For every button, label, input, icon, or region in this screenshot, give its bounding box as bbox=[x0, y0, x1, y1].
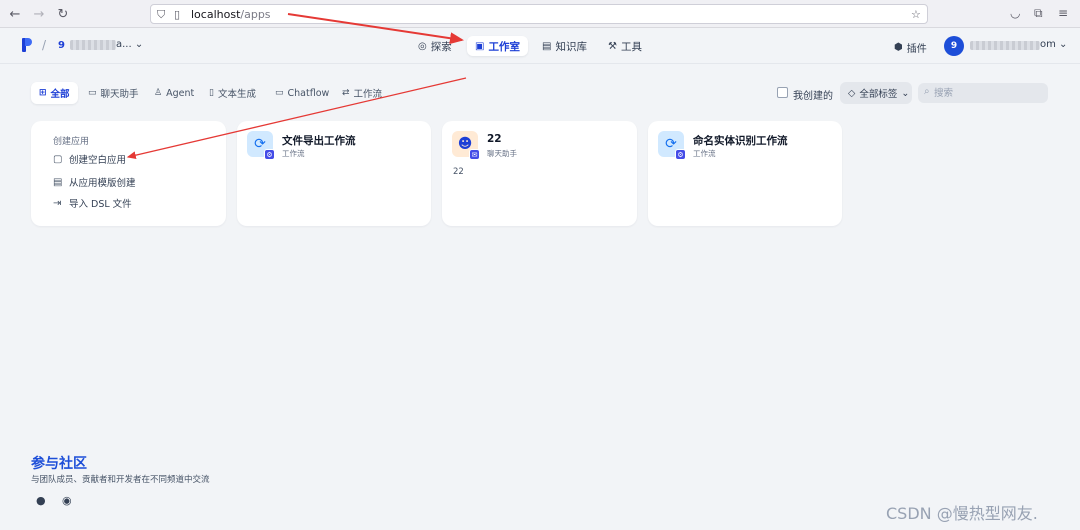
nav-tools[interactable]: ⚒ 工具 bbox=[600, 36, 650, 56]
back-icon[interactable]: ← bbox=[6, 5, 24, 23]
create-app-card: 创建应用 ▢ 创建空白应用 ▤ 从应用模版创建 ⇥ 导入 DSL 文件 bbox=[31, 121, 226, 226]
tab-agent[interactable]: ♙ Agent bbox=[146, 82, 202, 104]
tab-chatflow[interactable]: ▭ Chatflow bbox=[267, 82, 337, 104]
created-by-me-checkbox[interactable] bbox=[777, 87, 788, 98]
create-from-template-label: 从应用模版创建 bbox=[69, 178, 136, 189]
create-app-title: 创建应用 bbox=[53, 137, 90, 147]
reload-icon[interactable]: ↻ bbox=[54, 5, 72, 23]
workspace-name-suffix[interactable]: a... ⌄ bbox=[116, 39, 143, 50]
nav-explore-label: 探索 bbox=[430, 40, 452, 53]
user-email-suffix[interactable]: om ⌄ bbox=[1040, 39, 1067, 50]
search-input[interactable] bbox=[934, 83, 1044, 103]
breadcrumb-separator: / bbox=[42, 38, 47, 52]
nav-studio[interactable]: ▣ 工作室 bbox=[467, 36, 528, 56]
grid-icon: ⊞ bbox=[39, 88, 47, 98]
app-type: 聊天助手 bbox=[487, 149, 517, 158]
create-from-template-button[interactable]: ▤ 从应用模版创建 bbox=[53, 175, 136, 190]
app-name: 22 bbox=[487, 133, 502, 145]
chevron-down-icon: ⌄ bbox=[901, 87, 910, 99]
plugins-label: 插件 bbox=[906, 44, 927, 55]
extensions-icon[interactable]: ⧉ bbox=[1034, 6, 1043, 21]
compass-icon: ◎ bbox=[418, 40, 427, 52]
page-icon: ▯ bbox=[174, 8, 181, 21]
url-text: localhost/apps bbox=[191, 8, 271, 21]
community-title: 参与社区 bbox=[31, 456, 87, 472]
tab-all[interactable]: ⊞ 全部 bbox=[31, 82, 78, 104]
discord-icon[interactable]: ◉ bbox=[62, 494, 72, 507]
workflow-badge-icon: ⚙ bbox=[675, 149, 686, 160]
import-dsl-button[interactable]: ⇥ 导入 DSL 文件 bbox=[53, 196, 132, 211]
chat-icon: ▭ bbox=[88, 88, 97, 98]
document-icon: ▯ bbox=[209, 88, 214, 98]
tab-chat-assistant[interactable]: ▭ 聊天助手 bbox=[80, 82, 147, 104]
tab-agent-label: Agent bbox=[166, 87, 195, 99]
url-host: localhost bbox=[191, 8, 241, 21]
tag-filter-dropdown[interactable]: ◇ 全部标签 ⌄ bbox=[840, 82, 912, 104]
app-card-ner-workflow[interactable]: ⟳ ⚙ 命名实体识别工作流 工作流 bbox=[648, 121, 842, 226]
nav-studio-label: 工作室 bbox=[488, 40, 520, 53]
nav-knowledge-label: 知识库 bbox=[555, 40, 587, 53]
search-icon: ⌕ bbox=[924, 86, 930, 97]
watermark: CSDN @慢热型网友. bbox=[886, 504, 1038, 523]
chatflow-icon: ▭ bbox=[275, 88, 284, 98]
create-blank-app-button[interactable]: ▢ 创建空白应用 bbox=[53, 152, 127, 167]
import-dsl-label: 导入 DSL 文件 bbox=[69, 199, 132, 210]
agent-icon: ♙ bbox=[154, 88, 163, 98]
cube-icon: ⬢ bbox=[894, 42, 903, 53]
tab-workflow-label: 工作流 bbox=[353, 89, 383, 100]
logo[interactable] bbox=[22, 38, 32, 52]
pocket-icon[interactable]: ◡ bbox=[1010, 6, 1020, 20]
tab-chat-assistant-label: 聊天助手 bbox=[100, 89, 139, 100]
robot-icon: ▣ bbox=[475, 40, 485, 52]
tab-workflow[interactable]: ⇄ 工作流 bbox=[334, 82, 390, 104]
menu-icon[interactable]: ≡ bbox=[1058, 6, 1068, 20]
app-description: 22 bbox=[453, 167, 464, 177]
template-icon: ▤ bbox=[53, 176, 63, 188]
tab-text-generation-label: 文本生成 bbox=[217, 89, 256, 100]
url-path: /apps bbox=[240, 8, 271, 21]
app-header: / 9 a... ⌄ ◎ 探索 ▣ 工作室 ▤ 知识库 ⚒ 工具 ⬢ 插件 9 … bbox=[0, 28, 1080, 64]
app-card-file-export-workflow[interactable]: ⟳ ⚙ 文件导出工作流 工作流 bbox=[237, 121, 431, 226]
create-blank-app-label: 创建空白应用 bbox=[69, 155, 127, 166]
shield-icon: ⛉ bbox=[157, 8, 166, 21]
import-icon: ⇥ bbox=[53, 197, 62, 209]
app-card-22[interactable]: ☻ ✉ 22 聊天助手 22 bbox=[442, 121, 637, 226]
forward-icon[interactable]: → bbox=[30, 5, 48, 23]
avatar[interactable]: 9 bbox=[944, 36, 964, 56]
chat-badge-icon: ✉ bbox=[469, 149, 480, 160]
workspace-name-blurred[interactable] bbox=[70, 40, 116, 50]
workspace-number[interactable]: 9 bbox=[58, 40, 65, 51]
browser-toolbar: ← → ↻ ⛉ ▯ localhost/apps ☆ ◡ ⧉ ≡ bbox=[0, 0, 1080, 28]
bookmark-star-icon[interactable]: ☆ bbox=[911, 8, 921, 21]
annotation-arrows bbox=[126, 13, 467, 160]
address-bar[interactable]: ⛉ ▯ localhost/apps ☆ bbox=[150, 4, 928, 24]
workflow-badge-icon: ⚙ bbox=[264, 149, 275, 160]
nav-knowledge[interactable]: ▤ 知识库 bbox=[534, 36, 595, 56]
github-icon[interactable]: ● bbox=[36, 494, 46, 507]
user-email-blurred[interactable] bbox=[970, 41, 1040, 50]
hammer-icon: ⚒ bbox=[608, 40, 617, 52]
tag-icon: ◇ bbox=[848, 87, 856, 99]
tab-all-label: 全部 bbox=[50, 89, 70, 100]
app-name: 文件导出工作流 bbox=[282, 135, 356, 147]
app-name: 命名实体识别工作流 bbox=[693, 135, 788, 147]
plugins-button[interactable]: ⬢ 插件 bbox=[894, 40, 927, 55]
nav-explore[interactable]: ◎ 探索 bbox=[410, 36, 460, 56]
workflow-icon: ⇄ bbox=[342, 88, 350, 98]
search-box[interactable]: ⌕ bbox=[918, 83, 1048, 103]
tab-text-generation[interactable]: ▯ 文本生成 bbox=[201, 82, 264, 104]
app-type: 工作流 bbox=[693, 149, 716, 158]
app-type: 工作流 bbox=[282, 149, 305, 158]
nav-tools-label: 工具 bbox=[620, 40, 642, 53]
tab-chatflow-label: Chatflow bbox=[287, 87, 330, 99]
file-plus-icon: ▢ bbox=[53, 153, 63, 165]
tag-filter-label: 全部标签 bbox=[859, 89, 898, 100]
created-by-me-label: 我创建的 bbox=[793, 91, 833, 102]
book-icon: ▤ bbox=[542, 40, 552, 52]
community-subtitle: 与团队成员、贡献者和开发者在不同频道中交流 bbox=[31, 475, 210, 485]
